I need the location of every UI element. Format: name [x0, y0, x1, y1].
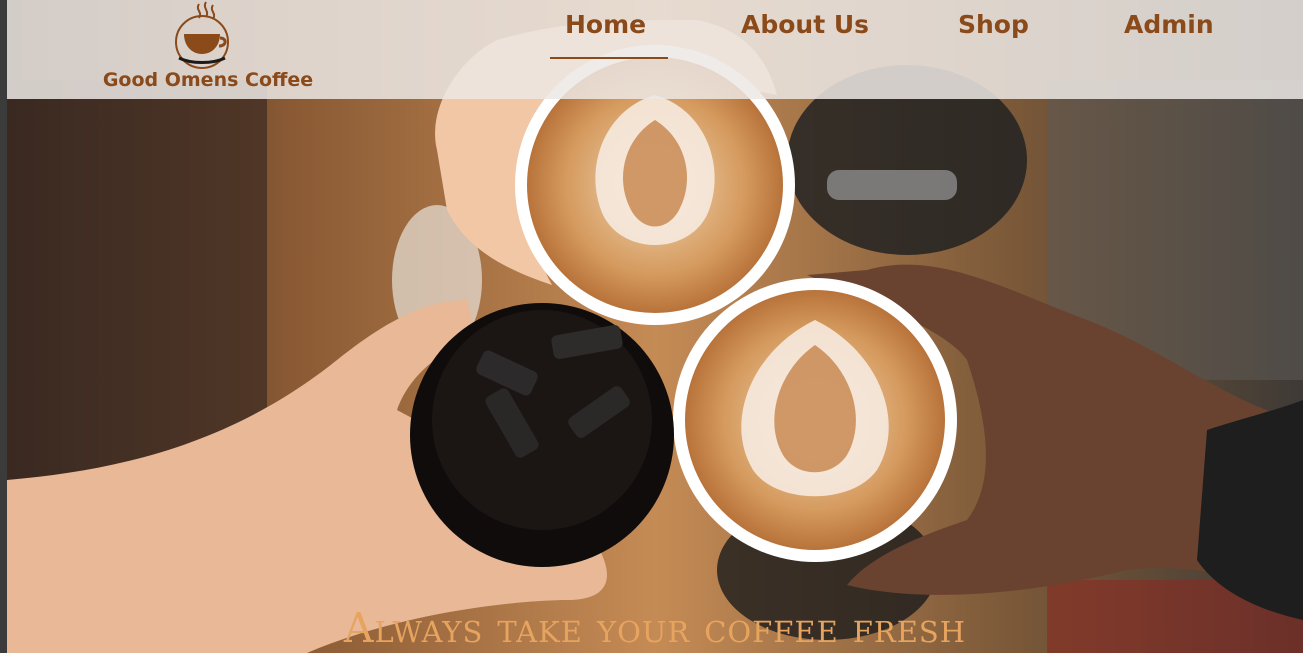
- nav-link-home[interactable]: Home: [565, 10, 646, 39]
- nav-link-about-us[interactable]: About Us: [741, 10, 869, 39]
- window-edge: [0, 0, 7, 653]
- coffee-cup-logo-icon: [175, 1, 229, 69]
- brand[interactable]: Good Omens Coffee: [95, 0, 325, 99]
- top-navbar: Good Omens Coffee Home About Us Shop Adm…: [7, 0, 1303, 99]
- nav-link-shop[interactable]: Shop: [958, 10, 1029, 39]
- nav-link-admin[interactable]: Admin: [1124, 10, 1214, 39]
- hero-tagline: Always take your coffee fresh: [343, 604, 967, 652]
- brand-name: Good Omens Coffee: [102, 69, 314, 91]
- nav-active-underline: [550, 57, 668, 59]
